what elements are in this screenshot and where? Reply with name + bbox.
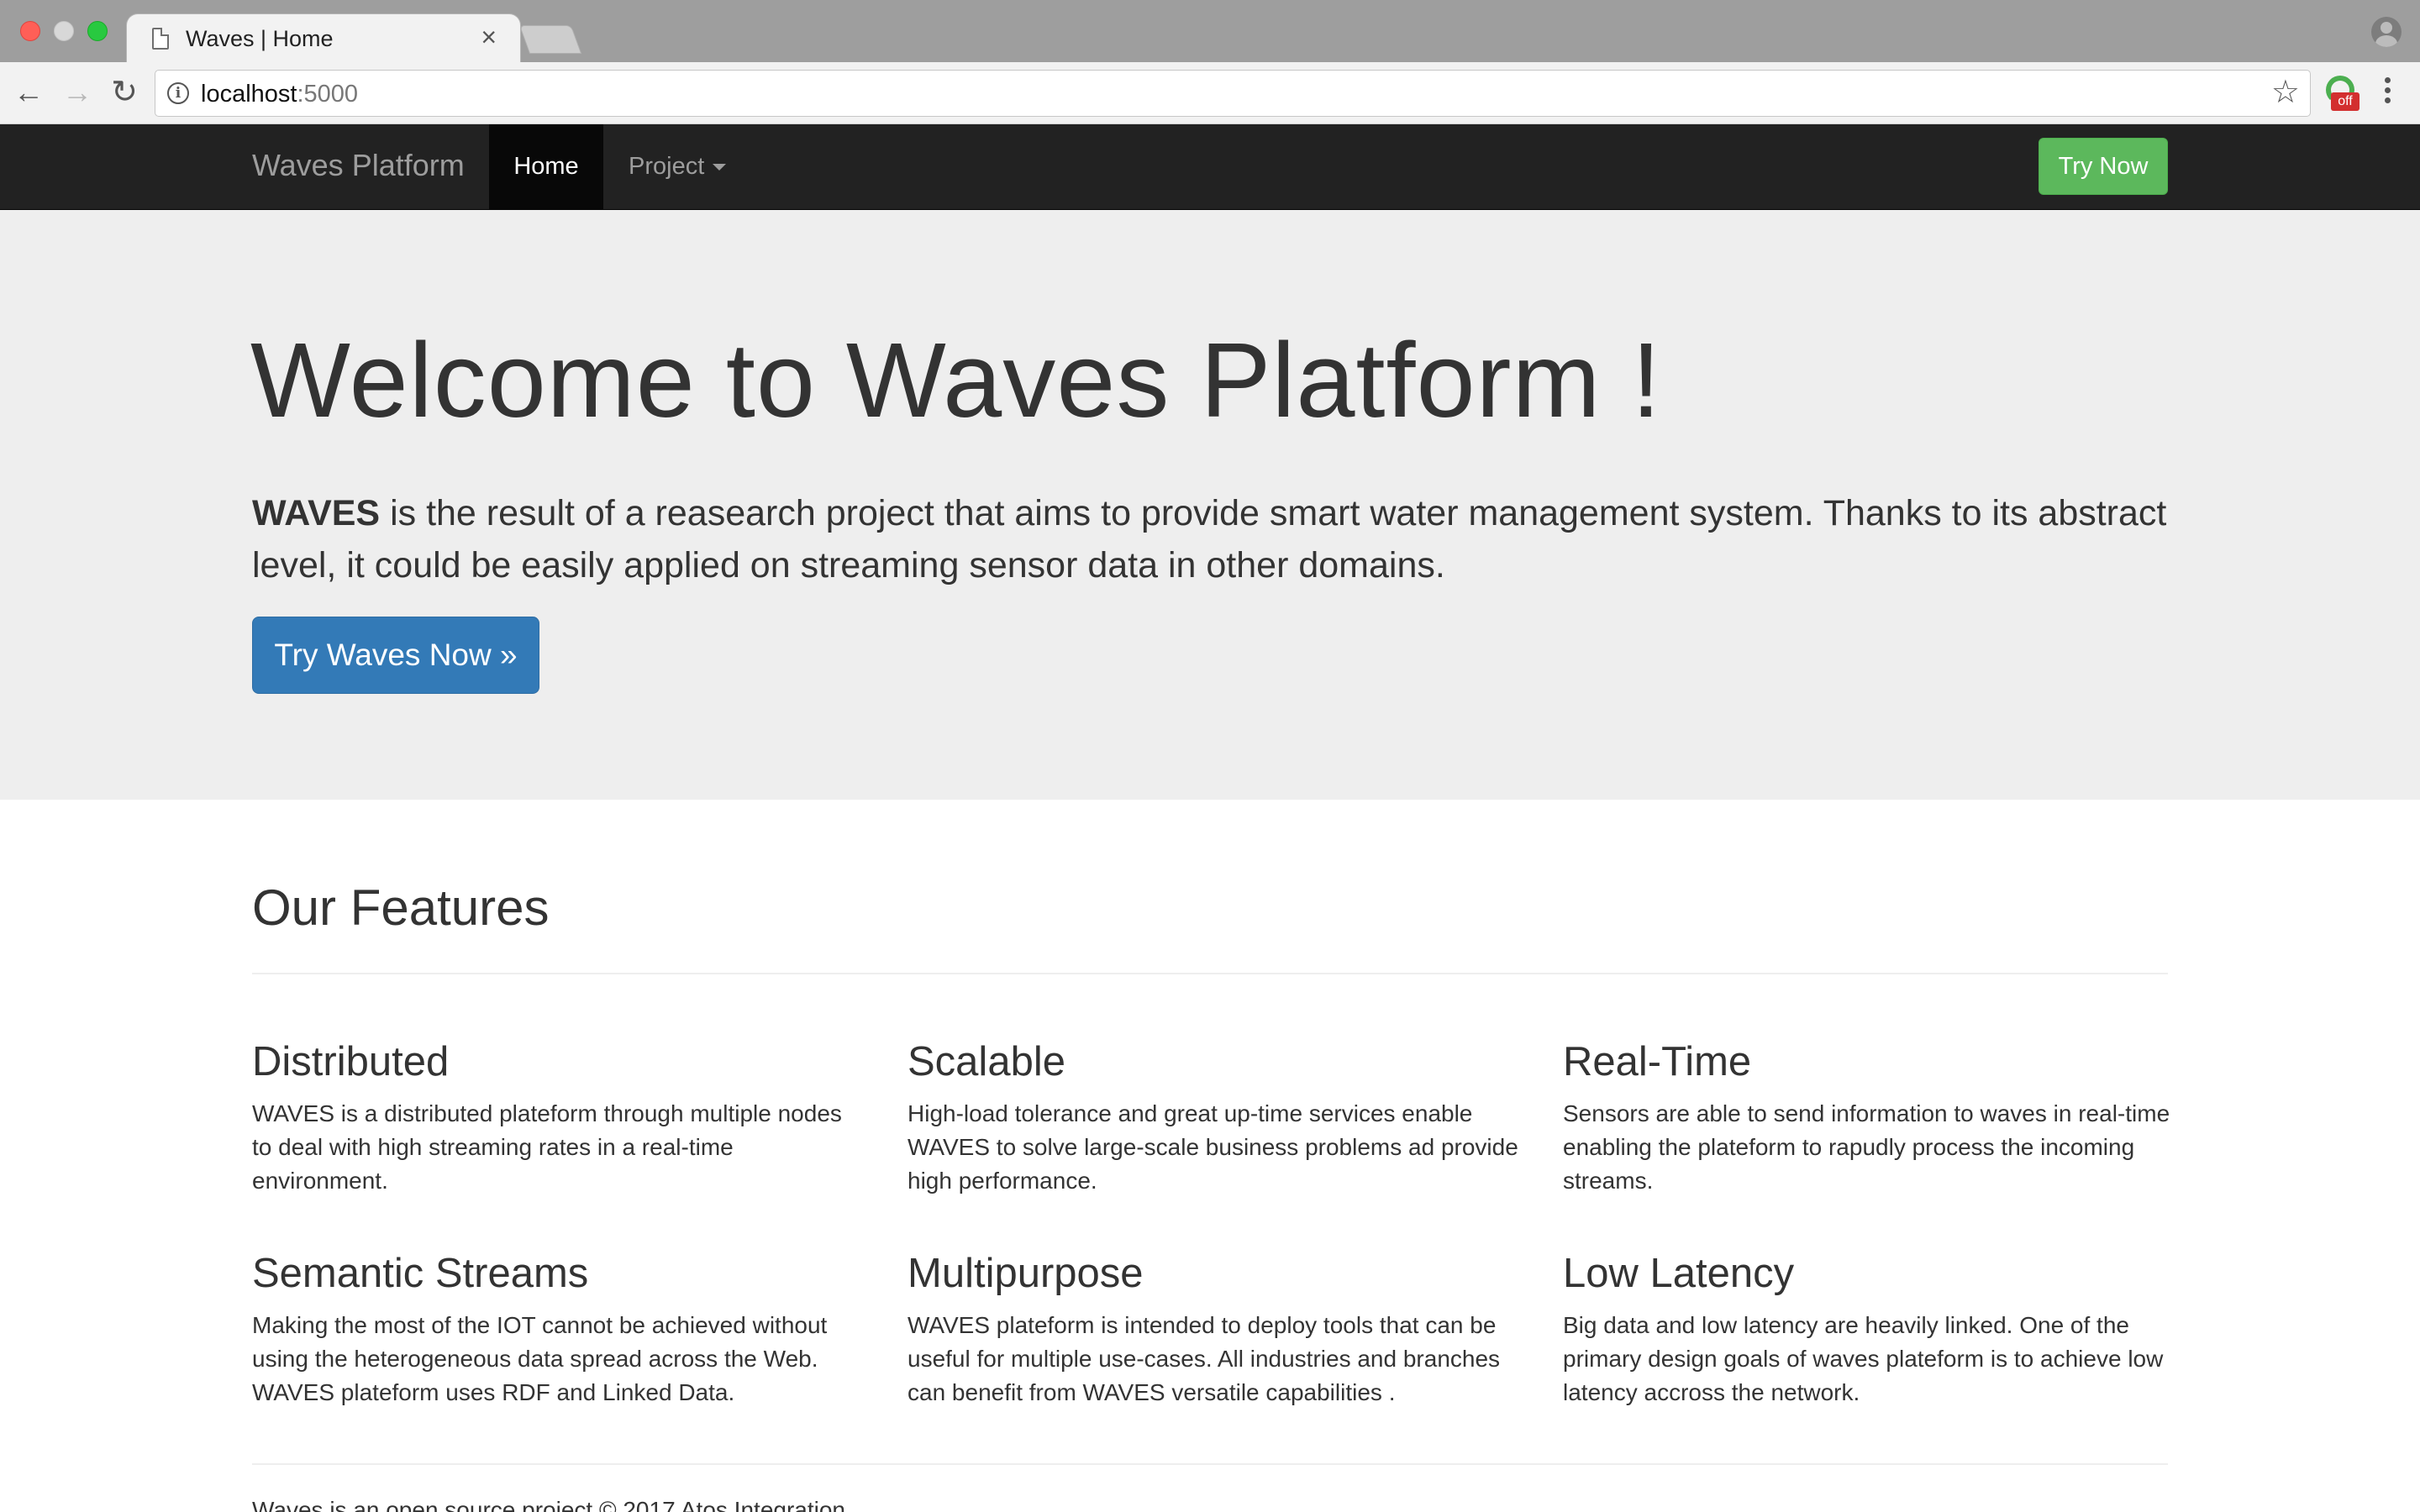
url-host: localhost xyxy=(201,81,297,108)
profile-icon[interactable] xyxy=(2371,17,2402,47)
browser-tab[interactable]: Waves | Home × xyxy=(126,13,521,62)
window-close-icon[interactable] xyxy=(20,21,40,41)
forward-arrow-icon[interactable]: → xyxy=(60,76,94,109)
try-now-button[interactable]: Try Now xyxy=(2039,138,2168,195)
feature-text: Big data and low latency are heavily lin… xyxy=(1563,1312,2164,1405)
divider xyxy=(252,973,2168,974)
features-title: Our Features xyxy=(252,879,550,936)
feature-text: Sensors are able to send information to … xyxy=(1563,1100,2170,1194)
extension-badge: off xyxy=(2331,92,2360,111)
nav-item-home[interactable]: Home xyxy=(489,124,603,209)
divider xyxy=(252,1463,2168,1465)
bookmark-star-icon[interactable]: ☆ xyxy=(2271,76,2300,109)
url-text[interactable]: localhost:5000 xyxy=(201,81,358,108)
address-bar[interactable]: i localhost:5000 ☆ xyxy=(155,70,2311,117)
hero-text-rest: is the result of a reasearch project tha… xyxy=(252,493,2167,585)
hero-strong: WAVES xyxy=(252,493,381,533)
feature-title: Multipurpose xyxy=(908,1251,1144,1296)
browser-menu-icon[interactable] xyxy=(2383,77,2391,111)
jumbotron: Welcome to Waves Platform ! WAVES is the… xyxy=(0,210,2420,800)
url-port: :5000 xyxy=(297,81,359,108)
extension-icon[interactable]: off xyxy=(2324,76,2360,111)
feature-card: Scalable High-load tolerance and great u… xyxy=(908,1038,1521,1198)
feature-title: Low Latency xyxy=(1563,1251,1795,1296)
feature-title: Semantic Streams xyxy=(252,1251,589,1296)
back-arrow-icon[interactable]: ← xyxy=(12,76,45,109)
try-waves-now-button[interactable]: Try Waves Now » xyxy=(252,617,539,694)
new-tab-button[interactable] xyxy=(518,25,582,54)
footer-text: Waves is an open source project © 2017 A… xyxy=(252,1497,846,1512)
hero-description: WAVES is the result of a reasearch proje… xyxy=(252,487,2168,591)
feature-text: High-load tolerance and great up-time se… xyxy=(908,1100,1518,1194)
caret-down-icon xyxy=(713,164,727,171)
feature-title: Scalable xyxy=(908,1039,1065,1084)
browser-tab-bar: Waves | Home × xyxy=(0,0,2420,62)
browser-toolbar: ← → ↻ i localhost:5000 ☆ off xyxy=(0,62,2420,124)
navbar-brand[interactable]: Waves Platform xyxy=(252,148,465,183)
feature-card: Real-Time Sensors are able to send infor… xyxy=(1563,1038,2176,1198)
feature-title: Real-Time xyxy=(1563,1039,1752,1084)
feature-card: Multipurpose WAVES plateform is intended… xyxy=(908,1250,1521,1410)
feature-title: Distributed xyxy=(252,1039,450,1084)
window-minimize-icon[interactable] xyxy=(54,21,74,41)
tab-close-icon[interactable]: × xyxy=(481,23,497,51)
nav-project-label: Project xyxy=(629,153,705,180)
feature-text: WAVES plateform is intended to deploy to… xyxy=(908,1312,1501,1405)
tab-title: Waves | Home xyxy=(186,26,334,51)
info-icon[interactable]: i xyxy=(167,82,189,104)
feature-card: Distributed WAVES is a distributed plate… xyxy=(252,1038,865,1198)
reload-icon[interactable]: ↻ xyxy=(108,76,141,109)
window-maximize-icon[interactable] xyxy=(87,21,108,41)
feature-card: Low Latency Big data and low latency are… xyxy=(1563,1250,2176,1410)
site-navbar: Waves Platform Home Project Try Now xyxy=(0,124,2420,210)
feature-card: Semantic Streams Making the most of the … xyxy=(252,1250,865,1410)
feature-text: Making the most of the IOT cannot be ach… xyxy=(252,1312,828,1405)
feature-text: WAVES is a distributed plateform through… xyxy=(252,1100,842,1194)
hero-title: Welcome to Waves Platform ! xyxy=(250,321,1662,439)
nav-item-project[interactable]: Project xyxy=(629,124,727,209)
page-icon xyxy=(152,28,169,50)
